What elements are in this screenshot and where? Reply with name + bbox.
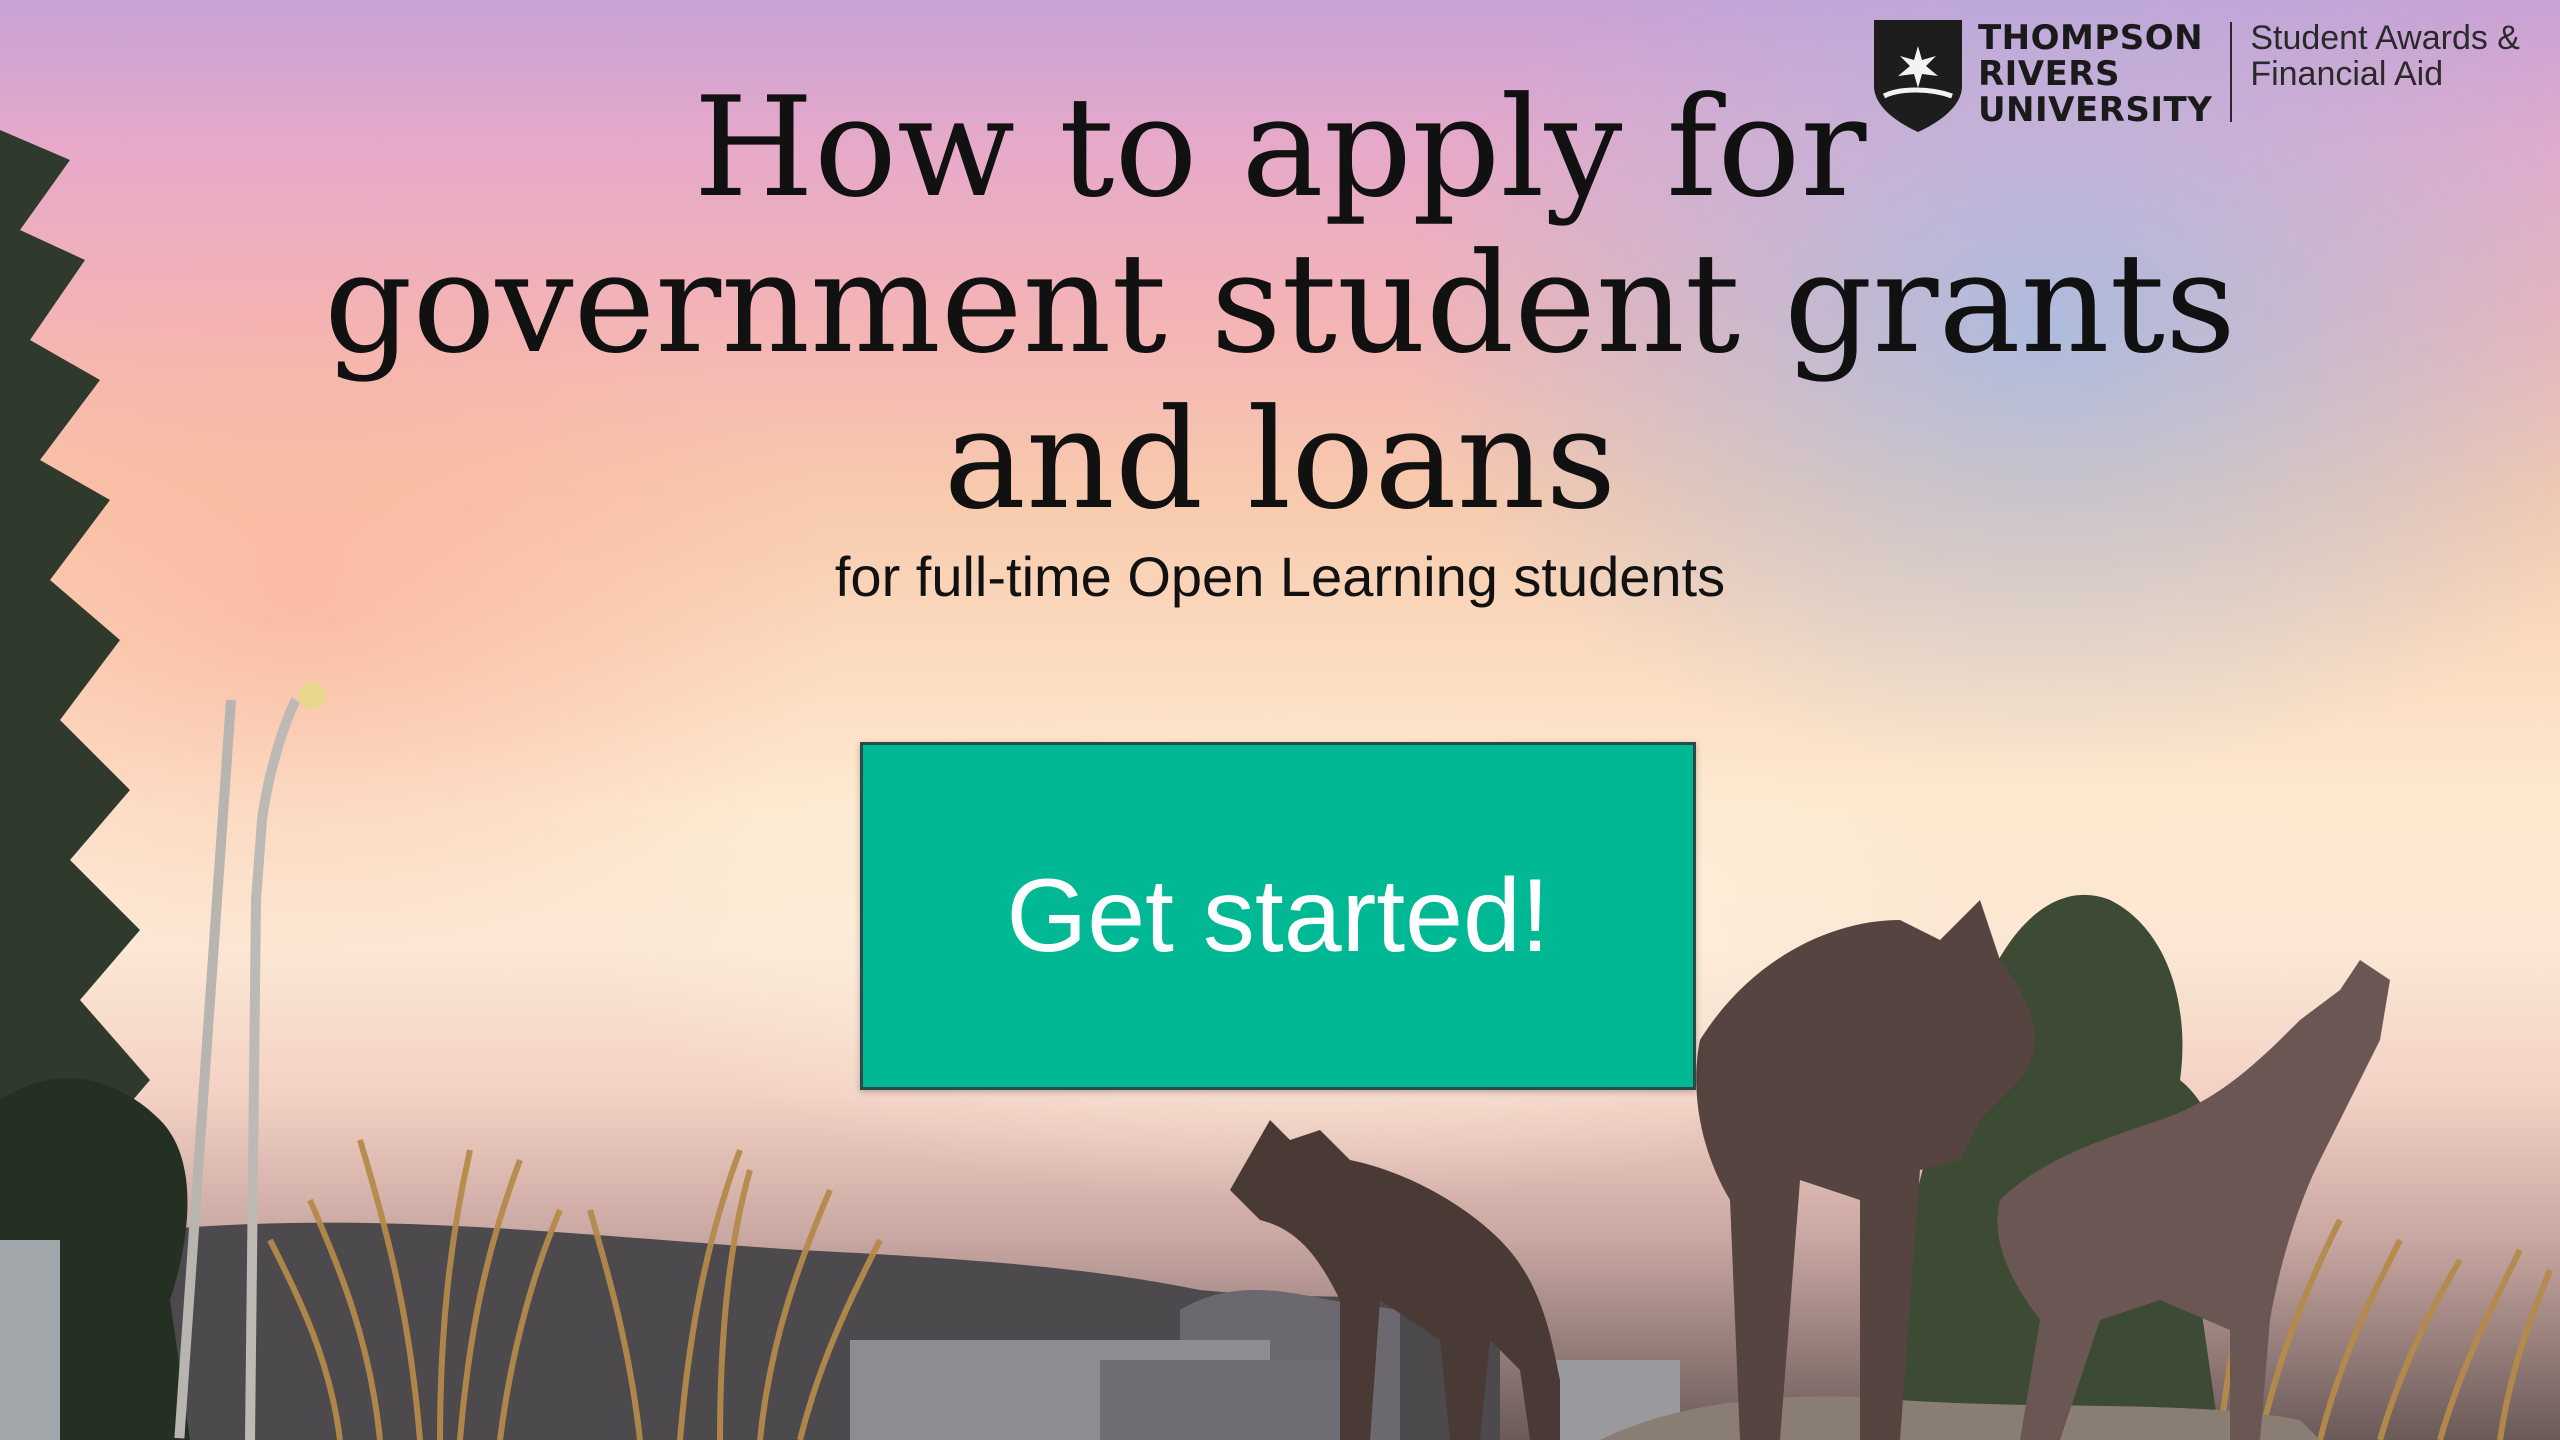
hero-stage: THOMPSON RIVERS UNIVERSITY Student Award… [0,0,2560,1440]
page-subtitle: for full-time Open Learning students [834,545,1726,608]
title-line: How to apply for [693,67,1867,228]
title-line: and loans [943,379,1617,540]
sign-post [0,1240,60,1440]
campus-building [1100,1360,1360,1440]
lamp-light [298,682,326,710]
university-name-line: THOMPSON [1977,18,2204,58]
title-line: government student grants [324,223,2236,384]
department-name-line: Student Awards & [2250,19,2520,57]
page-title: How to apply for government student gran… [0,70,2560,538]
get-started-button[interactable]: Get started! [860,742,1696,1090]
